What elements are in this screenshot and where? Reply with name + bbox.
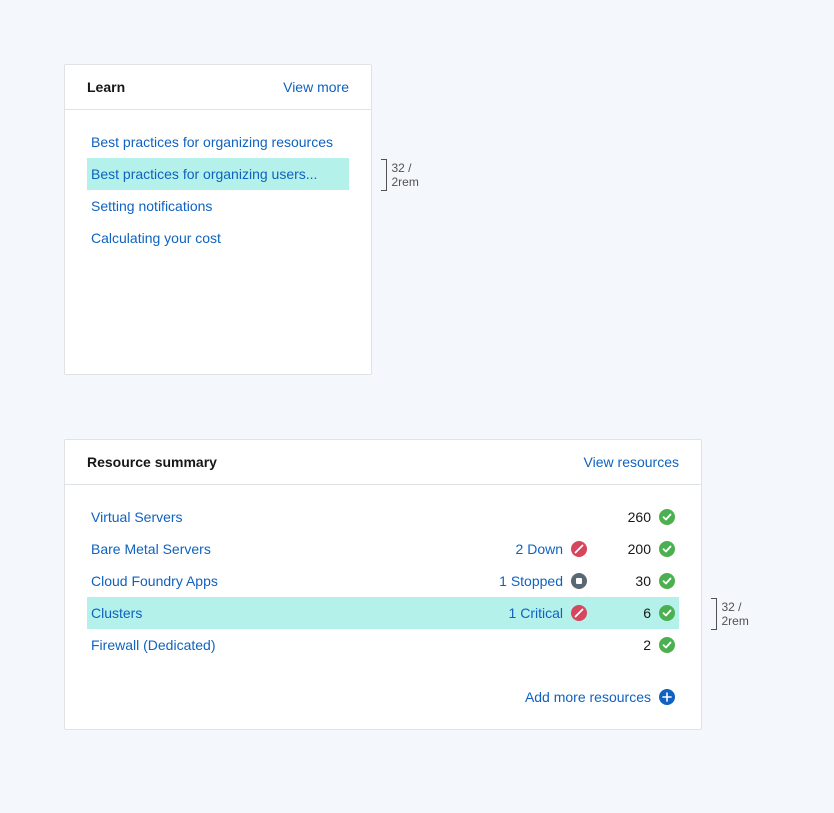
resource-row: Bare Metal Servers 2 Down 200 [87, 533, 679, 565]
resource-row: Clusters 1 Critical 6 [87, 597, 679, 629]
resource-list: Virtual Servers 260 Bare Metal Servers 2 Do… [65, 485, 701, 669]
stopped-icon [571, 573, 587, 589]
status-label[interactable]: 1 Stopped [499, 573, 563, 589]
resource-count: 30 [623, 573, 651, 589]
resource-row: Cloud Foundry Apps 1 Stopped 30 [87, 565, 679, 597]
plus-circle-icon [659, 689, 675, 705]
resource-name-link[interactable]: Virtual Servers [91, 509, 183, 525]
dimension-annotation: 32 / 2rem [381, 159, 422, 191]
checkmark-circle-icon [659, 573, 675, 589]
learn-item[interactable]: Best practices for organizing resources [87, 126, 349, 158]
resource-count: 260 [623, 509, 651, 525]
view-more-link[interactable]: View more [283, 79, 349, 95]
status-label[interactable]: 1 Critical [509, 605, 563, 621]
dimension-label: 32 / 2rem [721, 600, 752, 628]
resource-count: 2 [623, 637, 651, 653]
checkmark-circle-icon [659, 637, 675, 653]
checkmark-circle-icon [659, 541, 675, 557]
add-more-label: Add more resources [525, 689, 651, 705]
resource-count: 6 [623, 605, 651, 621]
resource-row: Virtual Servers 260 [87, 501, 679, 533]
dimension-annotation: 32 / 2rem [711, 598, 752, 630]
resource-summary-card: Resource summary View resources Virtual … [64, 439, 702, 730]
status-icon-empty [571, 637, 587, 653]
critical-icon [571, 541, 587, 557]
learn-item[interactable]: Best practices for organizing users... [87, 158, 349, 190]
resource-name-link[interactable]: Clusters [91, 605, 142, 621]
dimension-label: 32 / 2rem [391, 161, 422, 189]
view-resources-link[interactable]: View resources [584, 454, 679, 470]
resource-name-link[interactable]: Firewall (Dedicated) [91, 637, 215, 653]
status-label[interactable]: 2 Down [516, 541, 563, 557]
resource-card-header: Resource summary View resources [65, 440, 701, 485]
bracket-icon [381, 159, 387, 191]
checkmark-circle-icon [659, 605, 675, 621]
add-more-resources-button[interactable]: Add more resources [65, 669, 701, 729]
critical-icon [571, 605, 587, 621]
learn-list: Best practices for organizing resourcesB… [65, 110, 371, 374]
learn-card-header: Learn View more [65, 65, 371, 110]
status-icon-empty [571, 509, 587, 525]
learn-card: Learn View more Best practices for organ… [64, 64, 372, 375]
resource-name-link[interactable]: Cloud Foundry Apps [91, 573, 218, 589]
resource-name-link[interactable]: Bare Metal Servers [91, 541, 211, 557]
learn-item[interactable]: Setting notifications [87, 190, 349, 222]
learn-title: Learn [87, 79, 125, 95]
resource-count: 200 [623, 541, 651, 557]
resource-row: Firewall (Dedicated) 2 [87, 629, 679, 661]
resource-title: Resource summary [87, 454, 217, 470]
checkmark-circle-icon [659, 509, 675, 525]
learn-item[interactable]: Calculating your cost [87, 222, 349, 254]
bracket-icon [711, 598, 717, 630]
